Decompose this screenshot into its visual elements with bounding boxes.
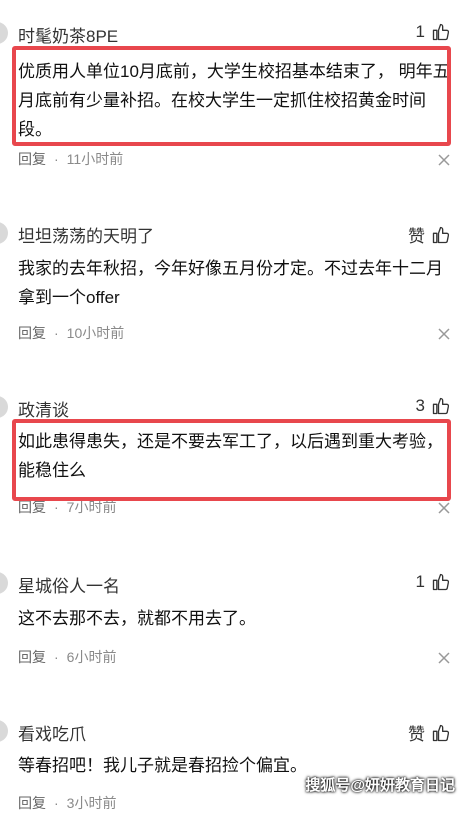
reply-button[interactable]: 回复 bbox=[18, 149, 46, 169]
comment-text: 如此患得患失，还是不要去军工了，以后遇到重大考验，能稳住么 bbox=[18, 432, 443, 480]
username[interactable]: 政清谈 bbox=[18, 396, 69, 421]
close-icon bbox=[438, 502, 450, 514]
thumbs-up-icon bbox=[432, 23, 450, 41]
avatar[interactable] bbox=[0, 396, 8, 418]
like-count: 3 bbox=[415, 396, 425, 415]
thumbs-up-icon bbox=[432, 573, 450, 591]
like-button[interactable]: 1 bbox=[416, 572, 451, 592]
thumbs-up-icon bbox=[432, 226, 450, 243]
comment-meta: 回复 · 11小时前 bbox=[18, 149, 123, 169]
timestamp: 6小时前 bbox=[66, 649, 117, 665]
separator-dot: · bbox=[54, 649, 59, 665]
close-button[interactable] bbox=[437, 501, 451, 515]
timestamp: 11小时前 bbox=[66, 151, 124, 167]
close-button[interactable] bbox=[437, 153, 451, 167]
like-button[interactable]: 赞 bbox=[408, 720, 451, 745]
avatar[interactable] bbox=[0, 720, 8, 742]
timestamp: 10小时前 bbox=[66, 325, 125, 341]
comment-text: 优质用人单位10月底前，大学生校招基本结束了， 明年五月底前有少量补招。在校大学… bbox=[18, 62, 450, 139]
separator-dot: · bbox=[54, 151, 59, 167]
close-icon bbox=[438, 328, 450, 340]
timestamp: 7小时前 bbox=[66, 499, 117, 515]
separator-dot: · bbox=[54, 795, 59, 811]
comment-meta: 回复 · 6小时前 bbox=[18, 647, 116, 667]
close-button[interactable] bbox=[437, 327, 451, 341]
avatar[interactable] bbox=[0, 572, 8, 594]
reply-button[interactable]: 回复 bbox=[18, 323, 46, 343]
comment-meta: 回复 · 7小时前 bbox=[18, 497, 116, 517]
like-count: 赞 bbox=[408, 725, 425, 744]
separator-dot: · bbox=[54, 325, 59, 341]
watermark: 搜狐号@妍妍教育日记 bbox=[305, 777, 455, 794]
username[interactable]: 星城俗人一名 bbox=[18, 572, 120, 597]
like-button[interactable]: 赞 bbox=[408, 222, 451, 247]
comment-text: 这不去那不去，就都不用去了。 bbox=[18, 609, 256, 628]
username[interactable]: 时髦奶茶8PE bbox=[18, 22, 118, 47]
like-count: 赞 bbox=[408, 227, 425, 246]
close-button[interactable] bbox=[437, 651, 451, 665]
like-button[interactable]: 1 bbox=[416, 22, 451, 42]
avatar[interactable] bbox=[0, 22, 8, 44]
thumbs-up-icon bbox=[432, 397, 450, 415]
reply-button[interactable]: 回复 bbox=[18, 793, 46, 813]
timestamp: 3小时前 bbox=[66, 795, 117, 811]
comment-meta: 回复 · 3小时前 bbox=[18, 793, 116, 813]
username[interactable]: 坦坦荡荡的天明了 bbox=[18, 222, 154, 247]
avatar[interactable] bbox=[0, 222, 8, 244]
reply-button[interactable]: 回复 bbox=[18, 497, 46, 517]
separator-dot: · bbox=[54, 499, 59, 515]
like-count: 1 bbox=[415, 572, 425, 591]
reply-button[interactable]: 回复 bbox=[18, 647, 46, 667]
comment-meta: 回复 · 10小时前 bbox=[18, 323, 124, 343]
username[interactable]: 看戏吃爪 bbox=[18, 720, 86, 745]
like-count: 1 bbox=[415, 22, 425, 41]
thumbs-up-icon bbox=[432, 724, 450, 741]
close-icon bbox=[438, 652, 450, 664]
close-icon bbox=[438, 154, 450, 166]
like-button[interactable]: 3 bbox=[416, 396, 451, 416]
comment-text: 我家的去年秋招，今年好像五月份才定。不过去年十二月拿到一个offer bbox=[18, 259, 443, 307]
